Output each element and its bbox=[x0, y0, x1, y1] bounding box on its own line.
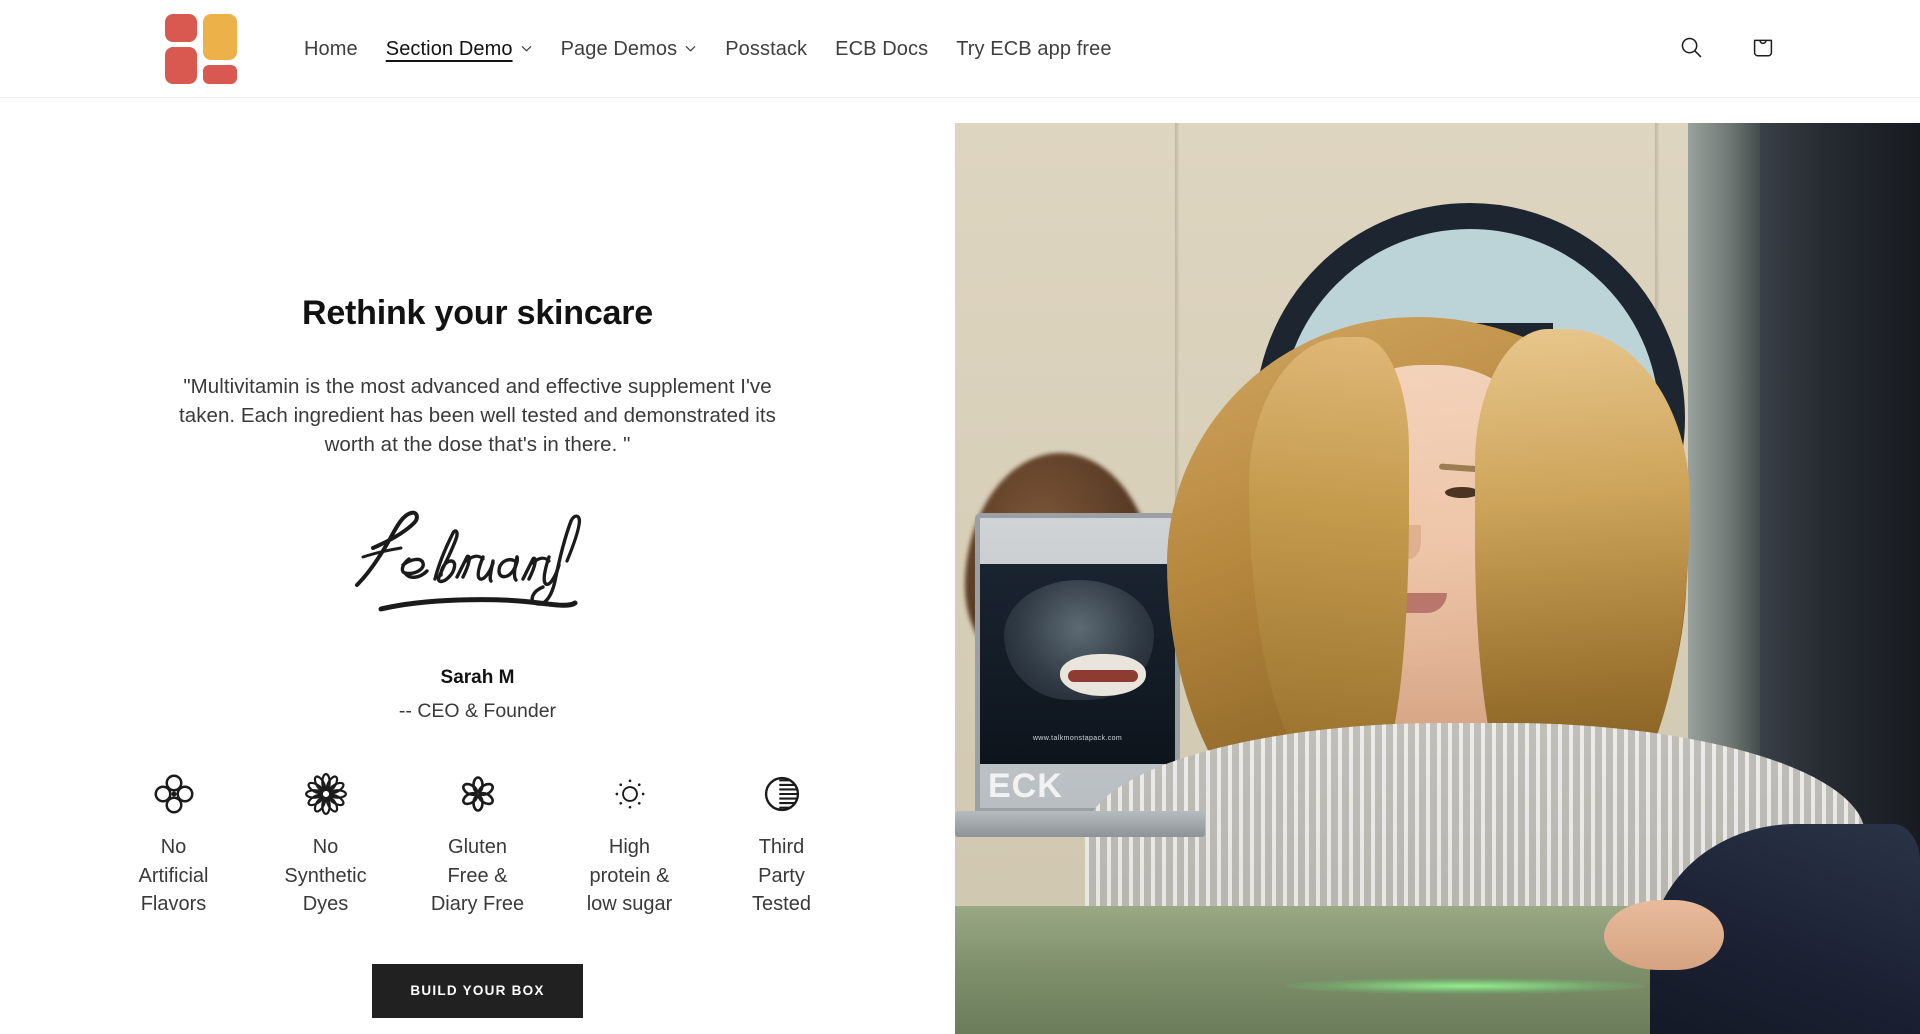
gorilla-sticker-art bbox=[1004, 580, 1154, 700]
search-icon bbox=[1679, 35, 1704, 63]
cart-icon bbox=[1750, 34, 1776, 63]
half-tone-circle-icon bbox=[759, 771, 805, 817]
six-petal-flower-icon bbox=[455, 771, 501, 817]
daisy-rosette-icon bbox=[303, 771, 349, 817]
nav-item-label: ECB Docs bbox=[835, 37, 929, 60]
brand-logo[interactable] bbox=[165, 13, 237, 84]
site-header: Home Section Demo Page Demos Posstack EC… bbox=[0, 0, 1920, 98]
nav-item-page-demos[interactable]: Page Demos bbox=[547, 31, 712, 67]
feature-item: Third Party Tested bbox=[706, 771, 858, 918]
foreground-person-hand bbox=[1604, 900, 1724, 970]
testimonial-section: Rethink your skincare "Multivitamin is t… bbox=[0, 98, 955, 1034]
author-role: -- CEO & Founder bbox=[398, 700, 557, 723]
signature bbox=[160, 499, 795, 619]
laptop-sticker-text: ECK bbox=[988, 767, 1063, 805]
search-button[interactable] bbox=[1669, 27, 1713, 71]
nav-item-section-demo[interactable]: Section Demo bbox=[372, 31, 547, 67]
feature-item: High protein & low sugar bbox=[554, 771, 706, 918]
testimonial-quote: "Multivitamin is the most advanced and e… bbox=[179, 374, 776, 457]
photo-scene: www.talkmonstapack.com ECK bbox=[955, 123, 1920, 1034]
desk-light-reflection bbox=[1285, 978, 1645, 994]
feature-label: No Artificial Flavors bbox=[138, 836, 209, 915]
cta-container: BUILD YOUR BOX bbox=[160, 964, 795, 1018]
nav-item-try-ecb-app-free[interactable]: Try ECB app free bbox=[942, 31, 1125, 67]
author-name: Sarah M bbox=[440, 667, 515, 689]
chevron-down-icon bbox=[684, 42, 697, 55]
nav-item-label: Page Demos bbox=[560, 37, 678, 60]
feature-label: High protein & low sugar bbox=[586, 836, 673, 915]
nav-item-label: Try ECB app free bbox=[956, 37, 1112, 60]
feature-item: No Artificial Flavors bbox=[98, 771, 250, 918]
feature-label: Gluten Free & Diary Free bbox=[430, 836, 525, 915]
feature-label: Third Party Tested bbox=[752, 836, 811, 915]
nav-item-label: Home bbox=[304, 37, 358, 60]
build-your-box-button[interactable]: BUILD YOUR BOX bbox=[372, 964, 583, 1018]
cart-button[interactable] bbox=[1741, 27, 1785, 71]
page-title: Rethink your skincare bbox=[301, 294, 654, 332]
hero-image-section: www.talkmonstapack.com ECK bbox=[955, 98, 1920, 1034]
primary-navigation: Home Section Demo Page Demos Posstack EC… bbox=[290, 31, 1126, 67]
nav-item-posstack[interactable]: Posstack bbox=[711, 31, 821, 67]
nav-item-ecb-docs[interactable]: ECB Docs bbox=[821, 31, 942, 67]
laptop-base bbox=[955, 811, 1205, 837]
feature-item: Gluten Free & Diary Free bbox=[402, 771, 554, 918]
signature-february-icon bbox=[354, 510, 581, 612]
feature-list: No Artificial Flavors No Synthetic Dyes … bbox=[138, 771, 811, 918]
header-actions bbox=[1669, 27, 1785, 71]
brand-logo-icon bbox=[165, 13, 237, 84]
four-petal-flower-icon bbox=[151, 771, 197, 817]
nav-item-label: Section Demo bbox=[385, 37, 513, 60]
chevron-down-icon bbox=[520, 42, 533, 55]
main-content: Rethink your skincare "Multivitamin is t… bbox=[0, 98, 1920, 1034]
nav-item-home[interactable]: Home bbox=[290, 31, 372, 67]
sun-rays-icon bbox=[607, 771, 653, 817]
feature-label: No Synthetic Dyes bbox=[284, 836, 367, 915]
hero-photo: www.talkmonstapack.com ECK bbox=[955, 123, 1920, 1034]
nav-item-label: Posstack bbox=[725, 37, 808, 60]
feature-item: No Synthetic Dyes bbox=[250, 771, 402, 918]
